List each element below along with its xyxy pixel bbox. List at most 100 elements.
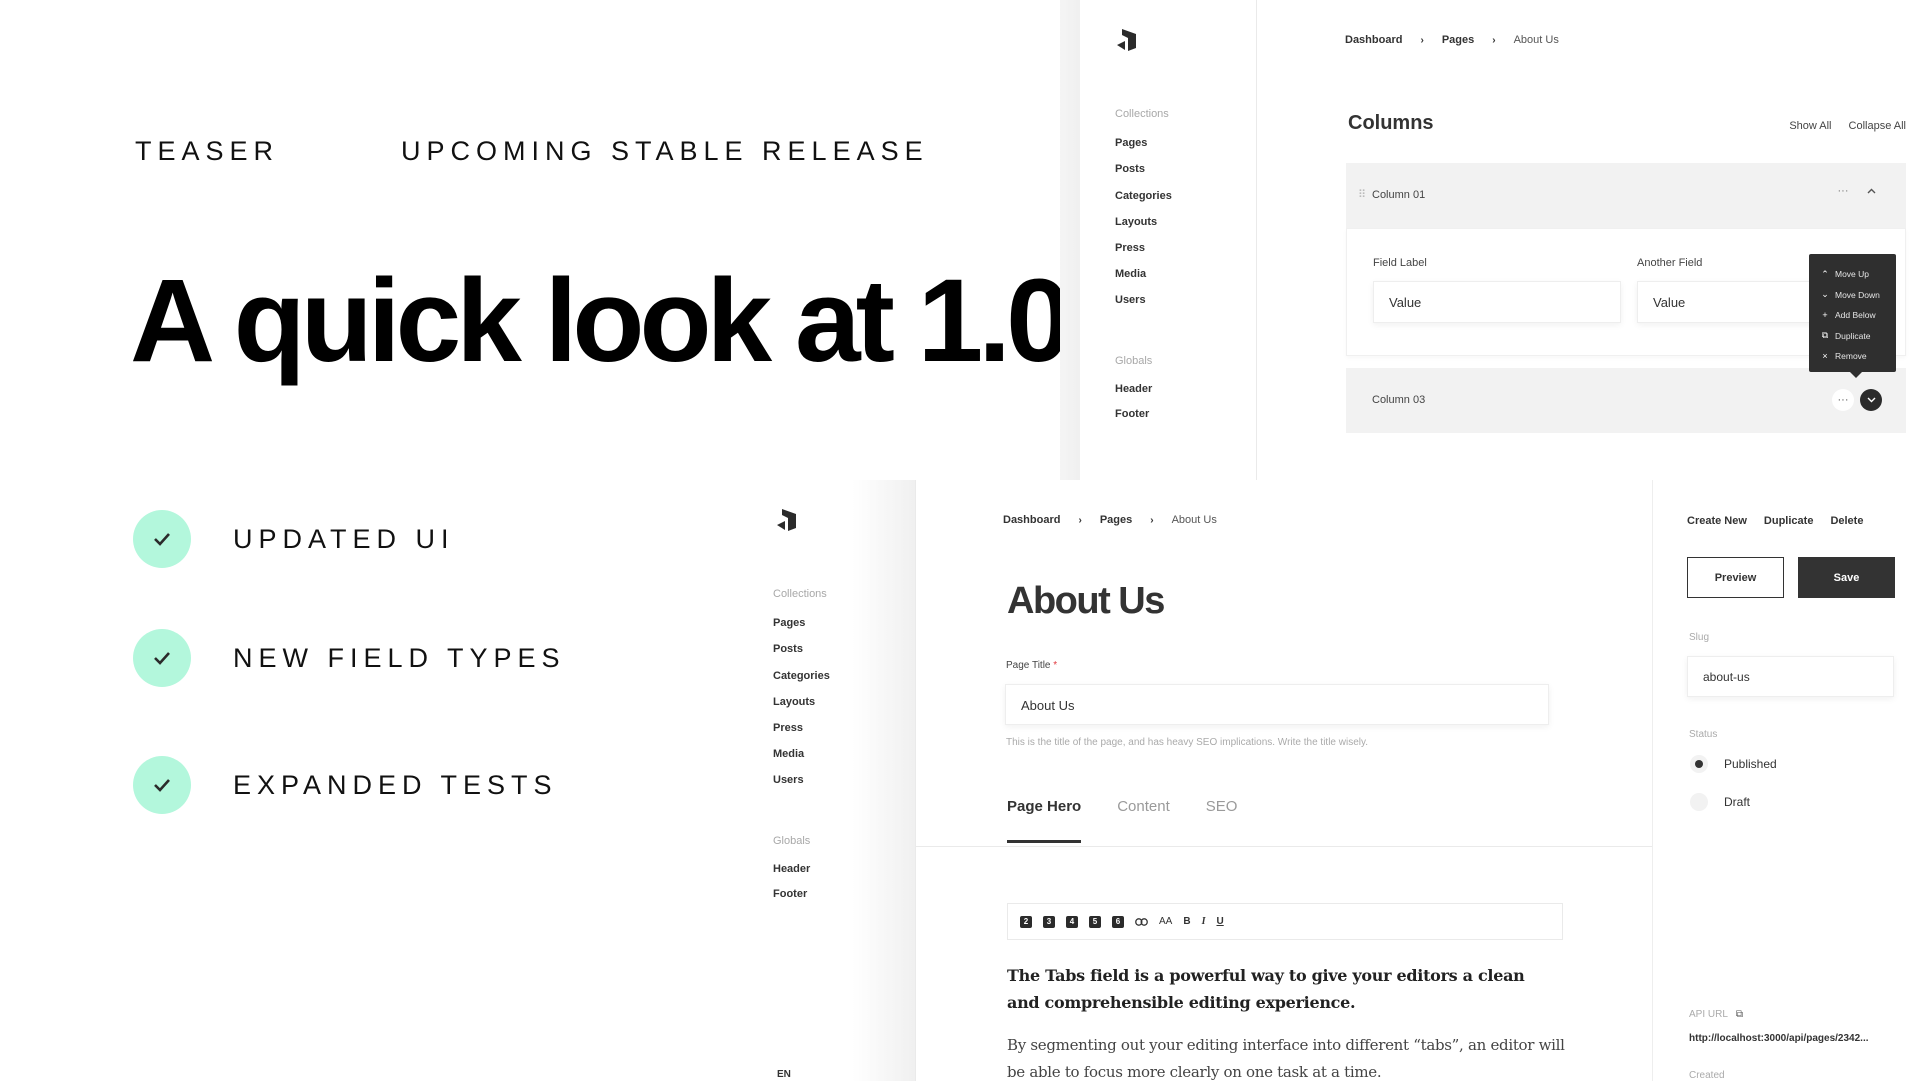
- nav-item-header[interactable]: Header: [1115, 383, 1152, 395]
- panel-shadow: [1060, 0, 1080, 480]
- globals-heading: Globals: [1115, 355, 1153, 367]
- feature-label: EXPANDED TESTS: [233, 769, 558, 800]
- link-icon[interactable]: [1135, 917, 1148, 926]
- rich-text-body[interactable]: By segmenting out your editing interface…: [1007, 1032, 1567, 1081]
- check-icon: [133, 756, 191, 814]
- duplicate-button[interactable]: Duplicate: [1764, 515, 1814, 527]
- heading-4-icon[interactable]: 4: [1066, 915, 1078, 928]
- sidebar-divider: [1256, 0, 1257, 480]
- language-selector[interactable]: EN: [777, 1069, 791, 1080]
- tab-content[interactable]: Content: [1117, 798, 1170, 843]
- menu-item-label: Move Down: [1835, 289, 1880, 300]
- sidebar-right-divider: [1652, 480, 1653, 1081]
- heading-5-icon[interactable]: 5: [1089, 915, 1101, 928]
- chevron-up-icon[interactable]: [1860, 180, 1882, 202]
- nav-item-pages[interactable]: Pages: [773, 617, 805, 629]
- heading-6-icon[interactable]: 6: [1112, 915, 1124, 928]
- teaser-kicker: TEASER: [135, 136, 280, 166]
- breadcrumb-pages[interactable]: Pages: [1100, 514, 1132, 526]
- bold-icon[interactable]: B: [1183, 916, 1190, 927]
- column-label: Column 01: [1372, 189, 1426, 201]
- menu-item-add-below[interactable]: + Add Below: [1809, 305, 1896, 326]
- nav-item-posts[interactable]: Posts: [1115, 163, 1145, 175]
- menu-item-label: Duplicate: [1835, 330, 1871, 341]
- show-all-button[interactable]: Show All: [1789, 120, 1831, 132]
- slug-input[interactable]: about-us: [1687, 656, 1894, 697]
- breadcrumb-dashboard[interactable]: Dashboard: [1003, 514, 1060, 526]
- logo-icon[interactable]: [776, 508, 798, 532]
- breadcrumb-dashboard[interactable]: Dashboard: [1345, 34, 1402, 46]
- nav-item-press[interactable]: Press: [773, 722, 803, 734]
- nav-item-media[interactable]: Media: [773, 748, 804, 760]
- more-options-icon[interactable]: ···: [1832, 180, 1854, 202]
- heading-2-icon[interactable]: 2: [1020, 915, 1032, 928]
- nav-item-categories[interactable]: Categories: [773, 670, 830, 682]
- nav-item-pages[interactable]: Pages: [1115, 137, 1147, 149]
- chevron-right-icon: ›: [1078, 514, 1082, 526]
- menu-item-label: Move Up: [1835, 269, 1870, 280]
- status-draft-radio[interactable]: Draft: [1690, 793, 1750, 811]
- nav-item-media[interactable]: Media: [1115, 268, 1146, 280]
- page-title-input[interactable]: About Us: [1005, 684, 1549, 725]
- nav-item-layouts[interactable]: Layouts: [1115, 216, 1157, 228]
- rich-text-lead[interactable]: The Tabs field is a powerful way to give…: [1007, 962, 1547, 1016]
- chevron-down-icon: ⌄: [1821, 289, 1829, 300]
- heading-3-icon[interactable]: 3: [1043, 915, 1055, 928]
- document-actions: Create New Duplicate Delete: [1687, 515, 1863, 527]
- nav-item-press[interactable]: Press: [1115, 242, 1145, 254]
- drag-handle-icon[interactable]: ⠿: [1358, 188, 1366, 201]
- nav-item-footer[interactable]: Footer: [773, 888, 807, 900]
- nav-item-categories[interactable]: Categories: [1115, 190, 1172, 202]
- radio-label: Draft: [1724, 795, 1751, 809]
- status-label: Status: [1689, 729, 1718, 740]
- menu-item-move-up[interactable]: ⌃ Move Up: [1809, 264, 1896, 285]
- menu-item-move-down[interactable]: ⌄ Move Down: [1809, 285, 1896, 306]
- delete-button[interactable]: Delete: [1830, 515, 1863, 527]
- tab-page-hero[interactable]: Page Hero: [1007, 798, 1082, 843]
- save-button[interactable]: Save: [1798, 557, 1895, 598]
- chevron-right-icon: ›: [1492, 34, 1496, 46]
- label-text: Page Title: [1006, 660, 1051, 671]
- chevron-down-icon[interactable]: [1860, 389, 1882, 411]
- nav-item-users[interactable]: Users: [773, 774, 804, 786]
- create-new-button[interactable]: Create New: [1687, 515, 1747, 527]
- radio-selected-icon: [1690, 755, 1708, 773]
- feature-item: EXPANDED TESTS: [133, 756, 558, 814]
- preview-button[interactable]: Preview: [1687, 557, 1784, 598]
- column-01-header[interactable]: ⠿ Column 01 ···: [1346, 163, 1906, 228]
- nav-item-footer[interactable]: Footer: [1115, 408, 1149, 420]
- nav-item-layouts[interactable]: Layouts: [773, 696, 815, 708]
- nav-item-header[interactable]: Header: [773, 863, 810, 875]
- nav-item-users[interactable]: Users: [1115, 294, 1146, 306]
- slug-label: Slug: [1689, 632, 1710, 643]
- status-published-radio[interactable]: Published: [1690, 755, 1777, 773]
- chevron-right-icon: ›: [1150, 514, 1154, 526]
- text-size-icon[interactable]: AA: [1159, 916, 1172, 927]
- chevron-right-icon: ›: [1420, 34, 1424, 46]
- columns-actions: Show All Collapse All: [1789, 120, 1906, 132]
- menu-item-remove[interactable]: × Remove: [1809, 346, 1896, 367]
- sidebar-divider: [915, 480, 916, 1081]
- field-input[interactable]: Value: [1373, 281, 1621, 323]
- api-url-label-text: API URL: [1689, 1009, 1728, 1020]
- column-actions-menu: ⌃ Move Up ⌄ Move Down + Add Below ⧉ Dupl…: [1809, 254, 1896, 378]
- page-title-help: This is the title of the page, and has h…: [1006, 737, 1369, 748]
- more-options-icon[interactable]: ···: [1832, 389, 1854, 411]
- feature-item: UPDATED UI: [133, 510, 455, 568]
- collapse-all-button[interactable]: Collapse All: [1849, 120, 1906, 132]
- tab-seo[interactable]: SEO: [1206, 798, 1238, 843]
- logo-icon[interactable]: [1116, 28, 1138, 52]
- italic-icon[interactable]: I: [1202, 916, 1206, 927]
- columns-title: Columns: [1348, 112, 1434, 134]
- menu-item-duplicate[interactable]: ⧉ Duplicate: [1809, 326, 1896, 347]
- page-title: About Us: [1007, 580, 1165, 622]
- created-label: Created: [1689, 1070, 1725, 1081]
- close-icon: ×: [1822, 351, 1828, 362]
- breadcrumb-pages[interactable]: Pages: [1442, 34, 1474, 46]
- copy-icon[interactable]: ⧉: [1736, 1009, 1743, 1020]
- column-03-header[interactable]: Column 03 ···: [1346, 368, 1906, 433]
- nav-item-posts[interactable]: Posts: [773, 643, 803, 655]
- menu-item-label: Add Below: [1835, 310, 1876, 321]
- api-url-link[interactable]: http://localhost:3000/api/pages/2342...: [1689, 1033, 1869, 1044]
- underline-icon[interactable]: U: [1216, 916, 1223, 927]
